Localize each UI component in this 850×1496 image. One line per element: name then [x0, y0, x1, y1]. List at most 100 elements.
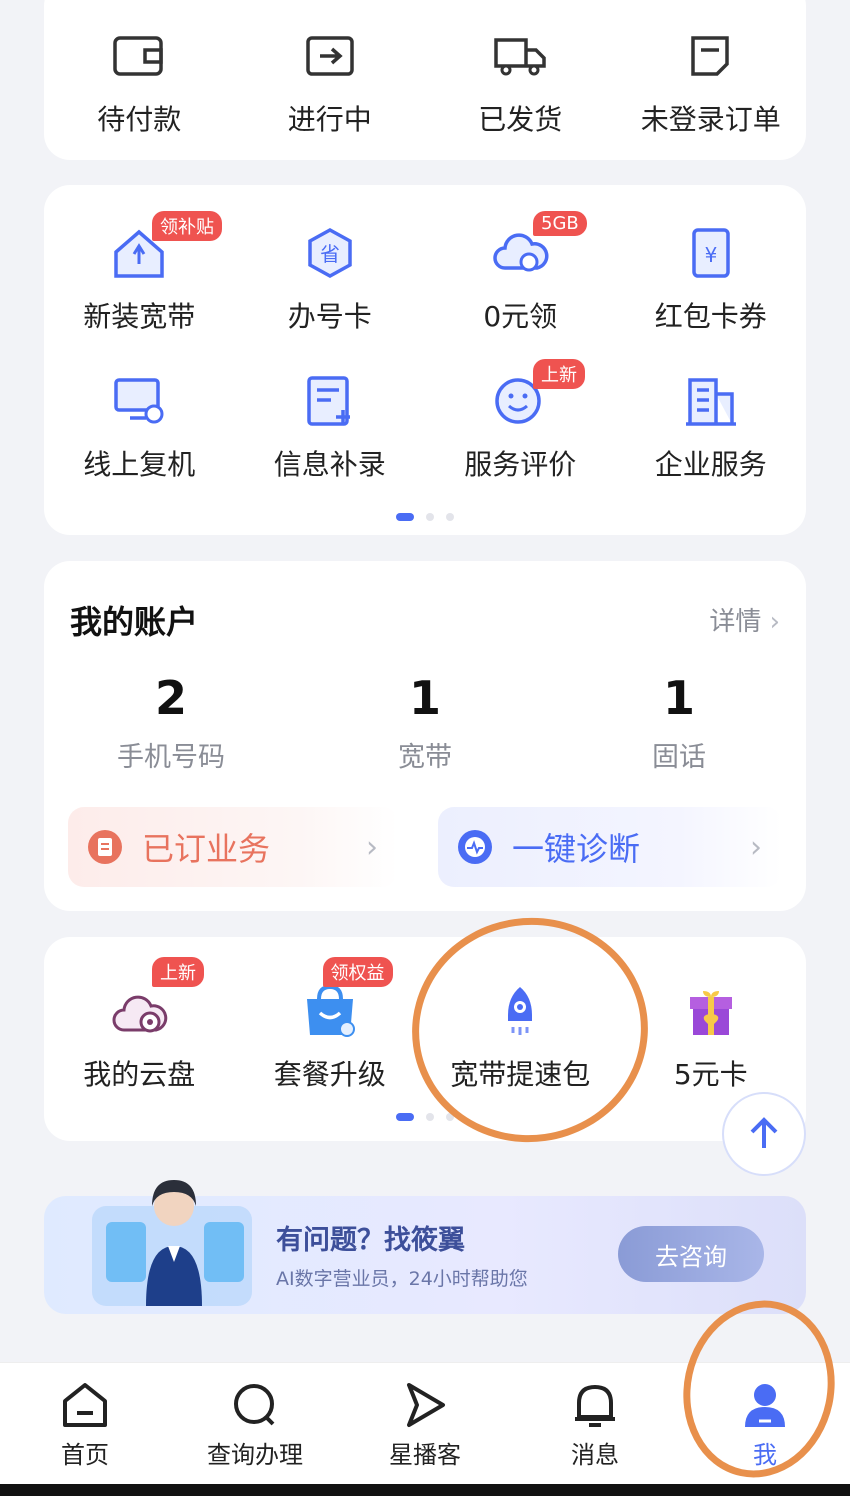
service-new-broadband[interactable]: 领补贴 新装宽带 — [44, 211, 235, 335]
extra-label: 套餐升级 — [273, 1058, 386, 1091]
diagnose-label: 一键诊断 — [512, 830, 641, 868]
chevron-right-icon: › — [769, 607, 780, 637]
service-label: 信息补录 — [273, 448, 386, 481]
account-detail-link[interactable]: 详情 › — [709, 601, 780, 638]
stat-number: 1 — [408, 671, 441, 725]
service-label: 0元领 — [483, 300, 558, 333]
badge: 领权益 — [322, 957, 393, 987]
chevron-right-icon: › — [750, 829, 762, 865]
service-label: 新装宽带 — [83, 300, 196, 333]
list-doc-icon — [88, 830, 122, 864]
service-enterprise[interactable]: 企业服务 — [616, 369, 807, 483]
order-doc-icon — [679, 24, 743, 88]
badge: 上新 — [152, 957, 204, 987]
page-indicator — [44, 513, 806, 521]
service-sim-card[interactable]: 省 办号卡 — [235, 221, 426, 335]
truck-icon — [488, 24, 552, 88]
extra-label: 我的云盘 — [83, 1058, 196, 1091]
nav-label: 查询办理 — [207, 1441, 303, 1469]
nav-label: 首页 — [61, 1441, 109, 1469]
wallet-icon — [107, 24, 171, 88]
gift-box-icon — [679, 979, 743, 1043]
shopping-bag-icon — [298, 979, 362, 1043]
nav-home[interactable]: 首页 — [0, 1363, 170, 1484]
page-dot — [426, 1113, 434, 1121]
svg-text:省: 省 — [320, 242, 340, 266]
detail-label: 详情 — [709, 607, 762, 637]
coupon-icon: ¥ — [679, 221, 743, 285]
form-add-icon — [298, 369, 362, 433]
chevron-right-icon: › — [366, 829, 378, 865]
service-online-reactivation[interactable]: 线上复机 — [44, 369, 235, 483]
page-dot — [446, 513, 454, 521]
search-icon — [234, 1384, 275, 1426]
banner-subtitle: AI数字营业员，24小时帮助您 — [276, 1268, 528, 1290]
account-title: 我的账户 — [70, 603, 199, 641]
nav-messages[interactable]: 消息 — [510, 1363, 680, 1484]
sim-card-icon: 省 — [298, 221, 362, 285]
nav-star-podcast[interactable]: 星播客 — [340, 1363, 510, 1484]
page-dot — [426, 513, 434, 521]
monitor-phone-icon — [107, 369, 171, 433]
order-pending-payment[interactable]: 待付款 — [44, 24, 235, 138]
home-indicator — [0, 1484, 850, 1496]
extra-label: 5元卡 — [673, 1058, 748, 1091]
bell-icon — [575, 1384, 615, 1427]
pulse-icon — [458, 830, 492, 864]
badge: 5GB — [533, 211, 587, 236]
one-click-diagnose-button[interactable]: 一键诊断 › — [438, 807, 782, 887]
home-icon — [63, 1383, 107, 1427]
service-info-supplement[interactable]: 信息补录 — [235, 369, 426, 483]
consult-button[interactable]: 去咨询 — [618, 1226, 764, 1282]
service-label: 红包卡券 — [654, 300, 767, 333]
order-unregistered[interactable]: 未登录订单 — [616, 24, 807, 138]
nav-label: 消息 — [571, 1441, 619, 1469]
service-label: 服务评价 — [464, 448, 577, 481]
order-shipped[interactable]: 已发货 — [425, 24, 616, 138]
svg-text:¥: ¥ — [704, 243, 717, 267]
order-label: 进行中 — [287, 103, 372, 136]
badge: 领补贴 — [152, 211, 222, 241]
cloud-disk-icon — [107, 979, 171, 1043]
page-indicator — [44, 1113, 806, 1121]
arrow-up-icon — [750, 1117, 778, 1148]
service-label: 线上复机 — [83, 448, 196, 481]
nav-label: 星播客 — [389, 1441, 461, 1469]
nav-query[interactable]: 查询办理 — [170, 1363, 340, 1484]
services-card: 领补贴 新装宽带 省 办号卡 5GB 0元领 ¥ 红包卡券 线上复机 信息补录 … — [44, 185, 806, 535]
order-label: 待付款 — [97, 103, 182, 136]
account-card: 我的账户 详情 › 2 手机号码 1 宽带 1 固话 已订业务 › 一键诊断 › — [44, 561, 806, 911]
stat-landline[interactable]: 1 固话 — [552, 671, 806, 774]
stat-name: 固话 — [652, 742, 706, 773]
assistant-avatar-icon — [92, 1180, 252, 1306]
stat-number: 2 — [154, 671, 187, 725]
order-card: 待付款 进行中 已发货 未登录订单 — [44, 0, 806, 160]
service-free-claim[interactable]: 5GB 0元领 — [425, 211, 616, 335]
ai-assistant-banner[interactable]: 有问题？找筱翼 AI数字营业员，24小时帮助您 去咨询 — [44, 1180, 806, 1314]
account-stats: 2 手机号码 1 宽带 1 固话 — [44, 671, 806, 774]
stat-broadband[interactable]: 1 宽带 — [298, 671, 552, 774]
ordered-services-button[interactable]: 已订业务 › — [68, 807, 398, 887]
stat-name: 手机号码 — [117, 742, 225, 773]
page-dot — [396, 1113, 414, 1121]
scroll-to-top-button[interactable] — [722, 1092, 806, 1176]
service-review[interactable]: 上新 服务评价 — [425, 359, 616, 483]
play-icon — [407, 1383, 445, 1427]
order-label: 未登录订单 — [640, 103, 781, 136]
ordered-label: 已订业务 — [142, 830, 271, 868]
extra-plan-upgrade[interactable]: 领权益 套餐升级 — [235, 957, 426, 1093]
stat-mobile[interactable]: 2 手机号码 — [44, 671, 298, 774]
order-in-progress[interactable]: 进行中 — [235, 24, 426, 138]
arrow-box-icon — [298, 24, 362, 88]
stat-name: 宽带 — [398, 742, 452, 773]
service-label: 企业服务 — [654, 448, 767, 481]
extra-cloud-disk[interactable]: 上新 我的云盘 — [44, 957, 235, 1093]
banner-title: 有问题？找筱翼 — [276, 1225, 465, 1256]
service-label: 办号卡 — [287, 300, 372, 333]
page-dot — [396, 513, 414, 521]
stat-number: 1 — [662, 671, 695, 725]
service-coupons[interactable]: ¥ 红包卡券 — [616, 221, 807, 335]
order-label: 已发货 — [478, 103, 563, 136]
building-icon — [679, 369, 743, 433]
badge: 上新 — [533, 359, 585, 389]
